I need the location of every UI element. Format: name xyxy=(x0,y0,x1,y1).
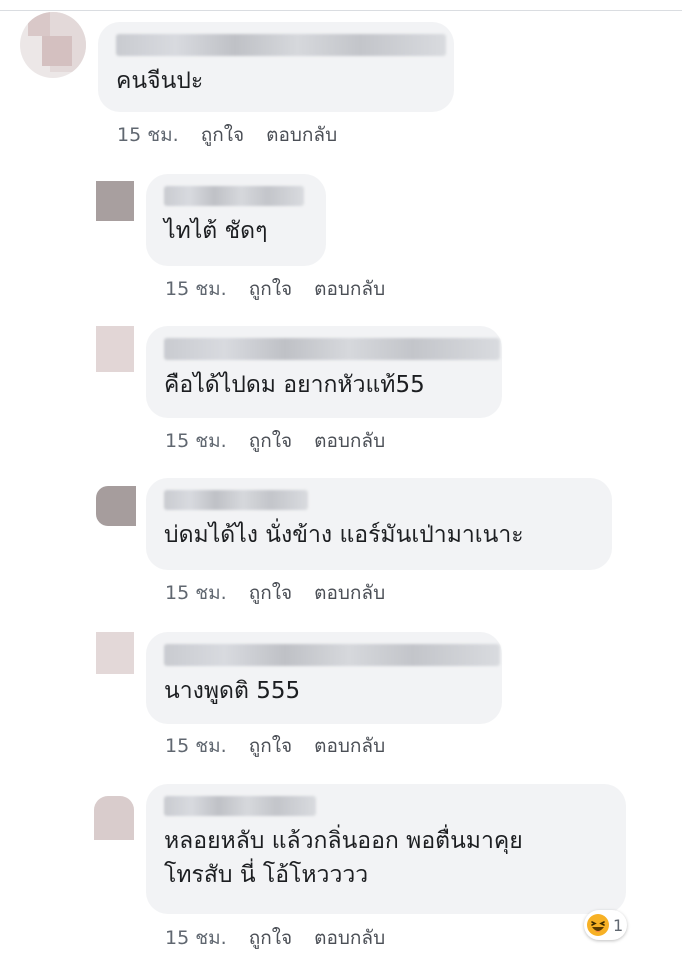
reply-link[interactable]: ตอบกลับ xyxy=(266,120,337,150)
blurred-author-name xyxy=(164,490,308,510)
comment-actions: 15 ชม. ถูกใจ ตอบกลับ xyxy=(117,120,337,150)
haha-emoji-icon xyxy=(586,913,610,937)
comment-bubble: ไทไต้ ชัดๆ xyxy=(146,174,326,266)
comment-text-line-2: โทรสับ นี่ โอ้โหวววว xyxy=(164,862,369,888)
comment-timestamp[interactable]: 15 ชม. xyxy=(165,426,227,456)
comment-actions: 15 ชม. ถูกใจ ตอบกลับ xyxy=(165,923,385,953)
comment-text-line-1: หลอยหลับ แล้วกลิ่นออก พอตื่นมาคุย xyxy=(164,828,523,854)
comment-actions: 15 ชม. ถูกใจ ตอบกลับ xyxy=(165,426,385,456)
comment-text: คนจีนปะ xyxy=(116,68,204,94)
avatar[interactable] xyxy=(96,486,136,526)
blurred-author-name xyxy=(164,796,316,816)
top-divider xyxy=(0,10,682,11)
reaction-badge[interactable]: 1 xyxy=(584,910,628,940)
reply-link[interactable]: ตอบกลับ xyxy=(314,731,385,761)
comment-text: ไทไต้ ชัดๆ xyxy=(164,218,268,244)
like-link[interactable]: ถูกใจ xyxy=(249,426,292,456)
like-link[interactable]: ถูกใจ xyxy=(249,731,292,761)
comment-timestamp[interactable]: 15 ชม. xyxy=(165,731,227,761)
blurred-author-name xyxy=(116,34,446,56)
reply-link[interactable]: ตอบกลับ xyxy=(314,923,385,953)
reply-link[interactable]: ตอบกลับ xyxy=(314,578,385,608)
blurred-author-name xyxy=(164,338,500,360)
reply-link[interactable]: ตอบกลับ xyxy=(314,426,385,456)
avatar[interactable] xyxy=(20,12,86,78)
comment-bubble: คือได้ไปดม อยากหัวแท้55 xyxy=(146,326,502,418)
comment-actions: 15 ชม. ถูกใจ ตอบกลับ xyxy=(165,578,385,608)
comment-timestamp[interactable]: 15 ชม. xyxy=(165,578,227,608)
comment-actions: 15 ชม. ถูกใจ ตอบกลับ xyxy=(165,731,385,761)
avatar[interactable] xyxy=(96,181,134,221)
comment-bubble: หลอยหลับ แล้วกลิ่นออก พอตื่นมาคุย โทรสับ… xyxy=(146,784,626,914)
avatar[interactable] xyxy=(96,632,134,674)
like-link[interactable]: ถูกใจ xyxy=(249,923,292,953)
comment-bubble: บ่ดมได้ไง นั่งข้าง แอร์มันเป่ามาเนาะ xyxy=(146,478,612,570)
comment-timestamp[interactable]: 15 ชม. xyxy=(117,120,179,150)
like-link[interactable]: ถูกใจ xyxy=(249,274,292,304)
avatar[interactable] xyxy=(94,796,134,840)
like-link[interactable]: ถูกใจ xyxy=(201,120,244,150)
comment-text: นางพูดติ 555 xyxy=(164,678,301,704)
comment-actions: 15 ชม. ถูกใจ ตอบกลับ xyxy=(165,274,385,304)
comment-text: บ่ดมได้ไง นั่งข้าง แอร์มันเป่ามาเนาะ xyxy=(164,522,524,548)
comment-bubble: นางพูดติ 555 xyxy=(146,632,502,724)
comment-timestamp[interactable]: 15 ชม. xyxy=(165,923,227,953)
reply-link[interactable]: ตอบกลับ xyxy=(314,274,385,304)
blurred-author-name xyxy=(164,644,500,666)
comment-bubble: คนจีนปะ xyxy=(98,22,454,112)
like-link[interactable]: ถูกใจ xyxy=(249,578,292,608)
comment-text: คือได้ไปดม อยากหัวแท้55 xyxy=(164,372,425,398)
comment-timestamp[interactable]: 15 ชม. xyxy=(165,274,227,304)
blurred-author-name xyxy=(164,186,304,206)
avatar[interactable] xyxy=(96,326,134,372)
reaction-count: 1 xyxy=(613,915,624,935)
